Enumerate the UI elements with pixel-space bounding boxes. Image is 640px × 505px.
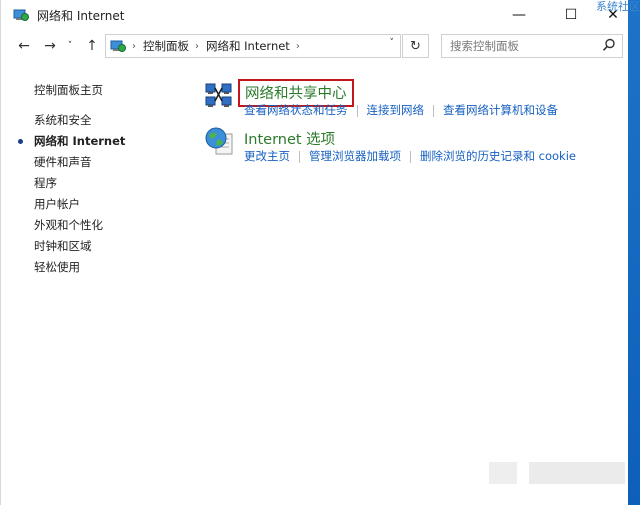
blurred-region [529,462,625,484]
active-bullet-icon [18,139,23,144]
sidebar-item-control-panel-home[interactable]: 控制面板主页 [34,80,174,101]
breadcrumb-separator[interactable]: › [132,41,136,52]
control-panel-icon [13,7,29,23]
sidebar-item-clock-region[interactable]: 时钟和区域 [34,236,174,257]
breadcrumb-separator[interactable]: › [195,41,199,52]
blurred-region [489,462,517,484]
back-button[interactable]: ← [13,34,35,58]
address-bar[interactable]: › 控制面板 › 网络和 Internet › ˅ [105,34,401,58]
internet-options-icon [204,126,236,158]
minimize-button[interactable]: — [497,0,541,30]
address-dropdown-icon[interactable]: ˅ [390,38,395,48]
link-divider [356,105,358,117]
breadcrumb-network-internet[interactable]: 网络和 Internet [206,38,290,54]
sidebar-item-programs[interactable]: 程序 [34,173,174,194]
sidebar-item-appearance[interactable]: 外观和个性化 [34,215,174,236]
desktop-background [628,0,640,505]
link-divider [410,151,411,163]
sidebar-item-network-internet[interactable]: 网络和 Internet [18,131,174,152]
view-network-computers-link[interactable]: 查看网络计算机和设备 [443,102,558,118]
refresh-button[interactable]: ↻ [402,34,429,58]
view-network-status-link[interactable]: 查看网络状态和任务 [244,102,348,118]
search-box[interactable]: 搜索控制面板 [441,34,623,58]
sidebar-item-system-security[interactable]: 系统和安全 [34,110,174,131]
title-bar[interactable]: 网络和 Internet — ☐ ✕ [1,0,629,30]
search-input[interactable]: 搜索控制面板 [450,38,519,54]
search-icon[interactable] [602,38,616,55]
window-title: 网络和 Internet [37,8,125,23]
sidebar: 控制面板主页 系统和安全 网络和 Internet 硬件和声音 程序 用户帐户 … [18,80,174,278]
control-panel-icon [110,38,126,54]
connect-to-network-link[interactable]: 连接到网络 [367,102,425,118]
internet-options-links: 更改主页 管理浏览器加载项 删除浏览的历史记录和 cookie [244,148,576,164]
control-panel-window: 网络和 Internet — ☐ ✕ ← → ˅ ↑ › 控制面板 › 网络和 … [0,0,629,505]
navigation-bar: ← → ˅ ↑ › 控制面板 › 网络和 Internet › ˅ ↻ 搜索控制… [1,32,629,60]
link-divider [299,151,300,163]
breadcrumb-control-panel[interactable]: 控制面板 [143,38,189,54]
sidebar-item-label: 网络和 Internet [34,134,126,148]
link-divider [433,105,434,117]
change-homepage-link[interactable]: 更改主页 [244,148,290,164]
sidebar-item-ease-of-access[interactable]: 轻松使用 [34,257,174,278]
sidebar-item-hardware-sound[interactable]: 硬件和声音 [34,152,174,173]
internet-options-link[interactable]: Internet 选项 [244,128,335,149]
watermark-text: 系统社区 [596,0,640,13]
sidebar-item-user-accounts[interactable]: 用户帐户 [34,194,174,215]
network-sharing-links: 查看网络状态和任务 连接到网络 查看网络计算机和设备 [244,102,558,118]
network-sharing-icon [204,80,236,112]
forward-button[interactable]: → [39,34,61,58]
breadcrumb-separator[interactable]: › [296,41,300,52]
recent-locations-button[interactable]: ˅ [63,34,77,58]
up-button[interactable]: ↑ [81,34,103,58]
delete-history-link[interactable]: 删除浏览的历史记录和 cookie [420,148,576,164]
manage-addons-link[interactable]: 管理浏览器加载项 [309,148,401,164]
